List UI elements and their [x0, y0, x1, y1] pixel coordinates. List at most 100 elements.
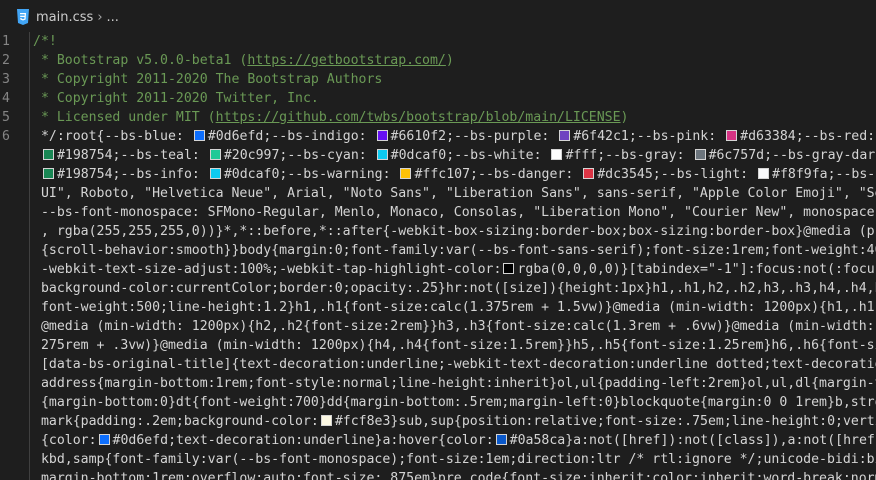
code-text: UI", Roboto, "Helvetica Neue", Arial, "N… — [33, 184, 876, 203]
code-text: * Copyright 2011-2020 Twitter, Inc. — [33, 89, 319, 108]
code-line[interactable]: margin-bottom:1rem;overflow:auto;font-si… — [0, 469, 876, 480]
color-swatch[interactable] — [583, 168, 595, 179]
code-line[interactable]: font-weight:500;line-height:1.2}h1,.h1{f… — [0, 298, 876, 317]
breadcrumb-file[interactable]: main.css — [36, 10, 93, 25]
code-text: font-weight:500;line-height:1.2}h1,.h1{f… — [33, 298, 876, 317]
code-text: {color: #0d6efd;text-decoration:underline… — [33, 431, 876, 450]
code-text: */:root{--bs-blue: #0d6efd;--bs-indigo: … — [33, 127, 876, 146]
code-line[interactable]: 3 * Copyright 2011-2020 The Bootstrap Au… — [0, 70, 876, 89]
code-line[interactable]: 275rem + .3vw)}@media (min-width: 1200px… — [0, 336, 876, 355]
color-swatch[interactable] — [400, 168, 412, 179]
code-text: * Copyright 2011-2020 The Bootstrap Auth… — [33, 70, 382, 89]
line-number: 5 — [2, 110, 10, 125]
indent-guide — [29, 146, 30, 165]
code-token: * Copyright 2011-2020 The Bootstrap Auth… — [33, 72, 383, 87]
indent-guide — [29, 127, 30, 146]
code-text: #198754;--bs-info: #0dcaf0;--bs-warning:… — [33, 165, 876, 184]
breadcrumb-more[interactable]: ... — [107, 10, 119, 25]
code-line[interactable]: 6 */:root{--bs-blue: #0d6efd;--bs-indigo… — [0, 127, 876, 146]
code-line[interactable]: #198754;--bs-info: #0dcaf0;--bs-warning:… — [0, 165, 876, 184]
code-token: {scroll-behavior:smooth}}body{margin:0;f… — [33, 243, 876, 258]
code-line[interactable]: address{margin-bottom:1rem;font-style:no… — [0, 374, 876, 393]
indent-guide — [29, 279, 30, 298]
line-number: 1 — [2, 34, 10, 49]
code-token: ) — [620, 110, 629, 125]
color-swatch[interactable] — [193, 130, 205, 141]
code-token: address{margin-bottom:1rem;font-style:no… — [33, 376, 876, 391]
breadcrumb-separator: › — [97, 9, 103, 25]
code-token: #6f42c1;--bs-pink: — [573, 129, 725, 144]
code-line[interactable]: kbd,samp{font-family:var(--bs-font-monos… — [0, 450, 876, 469]
indent-guide — [29, 241, 30, 260]
comment-link[interactable]: https://github.com/twbs/bootstrap/blob/m… — [216, 110, 621, 125]
color-swatch[interactable] — [758, 168, 770, 179]
indent-guide — [29, 298, 30, 317]
code-token: * Bootstrap v5.0.0-beta1 ( — [33, 53, 248, 68]
comment-link[interactable]: https://getbootstrap.com/ — [247, 53, 446, 68]
code-token: #198754;--bs-info: — [56, 167, 208, 182]
color-swatch[interactable] — [559, 130, 571, 141]
indent-guide — [29, 431, 30, 450]
indent-guide — [29, 70, 30, 89]
code-token: mark{padding:.2em;background-color: — [33, 414, 319, 429]
css-file-icon — [16, 9, 30, 25]
code-token: margin-bottom:1rem;overflow:auto;font-si… — [33, 471, 876, 480]
code-text: /*! — [33, 32, 57, 51]
code-token: #fff;--bs-gray: — [565, 148, 693, 163]
code-text: margin-bottom:1rem;overflow:auto;font-si… — [33, 469, 876, 480]
code-line[interactable]: background-color:currentColor;border:0;o… — [0, 279, 876, 298]
color-swatch[interactable] — [376, 149, 388, 160]
color-swatch[interactable] — [320, 415, 332, 426]
code-token: #dc3545;--bs-light: — [597, 167, 757, 182]
code-line[interactable]: mark{padding:.2em;background-color: #fcf8… — [0, 412, 876, 431]
code-line[interactable]: UI", Roboto, "Helvetica Neue", Arial, "N… — [0, 184, 876, 203]
code-token: --bs-font-monospace: SFMono-Regular, Men… — [33, 205, 876, 220]
code-text: * Bootstrap v5.0.0-beta1 (https://getboo… — [33, 51, 454, 70]
indent-guide — [29, 355, 30, 374]
code-text: 275rem + .3vw)}@media (min-width: 1200px… — [33, 336, 876, 355]
code-line[interactable]: {scroll-behavior:smooth}}body{margin:0;f… — [0, 241, 876, 260]
indent-guide — [29, 469, 30, 480]
indent-guide — [29, 336, 30, 355]
indent-guide — [29, 32, 30, 51]
color-swatch[interactable] — [551, 149, 563, 160]
code-line[interactable]: , rgba(255,255,255,0))}*,*::before,*::af… — [0, 222, 876, 241]
color-swatch[interactable] — [209, 168, 221, 179]
code-token: #0d6efd;text-decoration:underline}a:hove… — [112, 433, 494, 448]
color-swatch[interactable] — [98, 434, 110, 445]
indent-guide — [29, 450, 30, 469]
code-line[interactable]: {margin-bottom:0}dt{font-weight:700}dd{m… — [0, 393, 876, 412]
line-number: 4 — [2, 91, 10, 106]
color-swatch[interactable] — [495, 434, 507, 445]
code-line[interactable]: -webkit-text-size-adjust:100%;-webkit-ta… — [0, 260, 876, 279]
code-line[interactable]: --bs-font-monospace: SFMono-Regular, Men… — [0, 203, 876, 222]
code-line[interactable]: [data-bs-original-title]{text-decoration… — [0, 355, 876, 374]
color-swatch[interactable] — [376, 130, 388, 141]
code-token: background-color:currentColor;border:0;o… — [33, 281, 876, 296]
code-text: address{margin-bottom:1rem;font-style:no… — [33, 374, 876, 393]
color-swatch[interactable] — [42, 149, 54, 160]
code-line[interactable]: #198754;--bs-teal: #20c997;--bs-cyan: #0… — [0, 146, 876, 165]
color-swatch[interactable] — [503, 263, 515, 274]
code-editor[interactable]: 1/*! 2 * Bootstrap v5.0.0-beta1 (https://… — [0, 28, 876, 480]
color-swatch[interactable] — [42, 168, 54, 179]
indent-guide — [29, 51, 30, 70]
color-swatch[interactable] — [726, 130, 738, 141]
color-swatch[interactable] — [694, 149, 706, 160]
code-token: -webkit-text-size-adjust:100%;-webkit-ta… — [33, 262, 502, 277]
code-line[interactable]: 5 * Licensed under MIT (https://github.c… — [0, 108, 876, 127]
code-line[interactable]: 1 /*! — [0, 32, 876, 51]
code-line[interactable]: @media (min-width: 1200px){h2,.h2{font-s… — [0, 317, 876, 336]
color-swatch[interactable] — [209, 149, 221, 160]
code-line[interactable]: 2 * Bootstrap v5.0.0-beta1 (https://getb… — [0, 51, 876, 70]
line-number: 2 — [2, 53, 10, 68]
code-token: */:root{--bs-blue: — [33, 129, 192, 144]
code-token: 275rem + .3vw)}@media (min-width: 1200px… — [33, 338, 876, 353]
indent-guide — [29, 393, 30, 412]
code-line[interactable]: {color: #0d6efd;text-decoration:underline… — [0, 431, 876, 450]
code-text: {scroll-behavior:smooth}}body{margin:0;f… — [33, 241, 876, 260]
code-line[interactable]: 4 * Copyright 2011-2020 Twitter, Inc. — [0, 89, 876, 108]
code-token: #0d6efd;--bs-indigo: — [207, 129, 375, 144]
